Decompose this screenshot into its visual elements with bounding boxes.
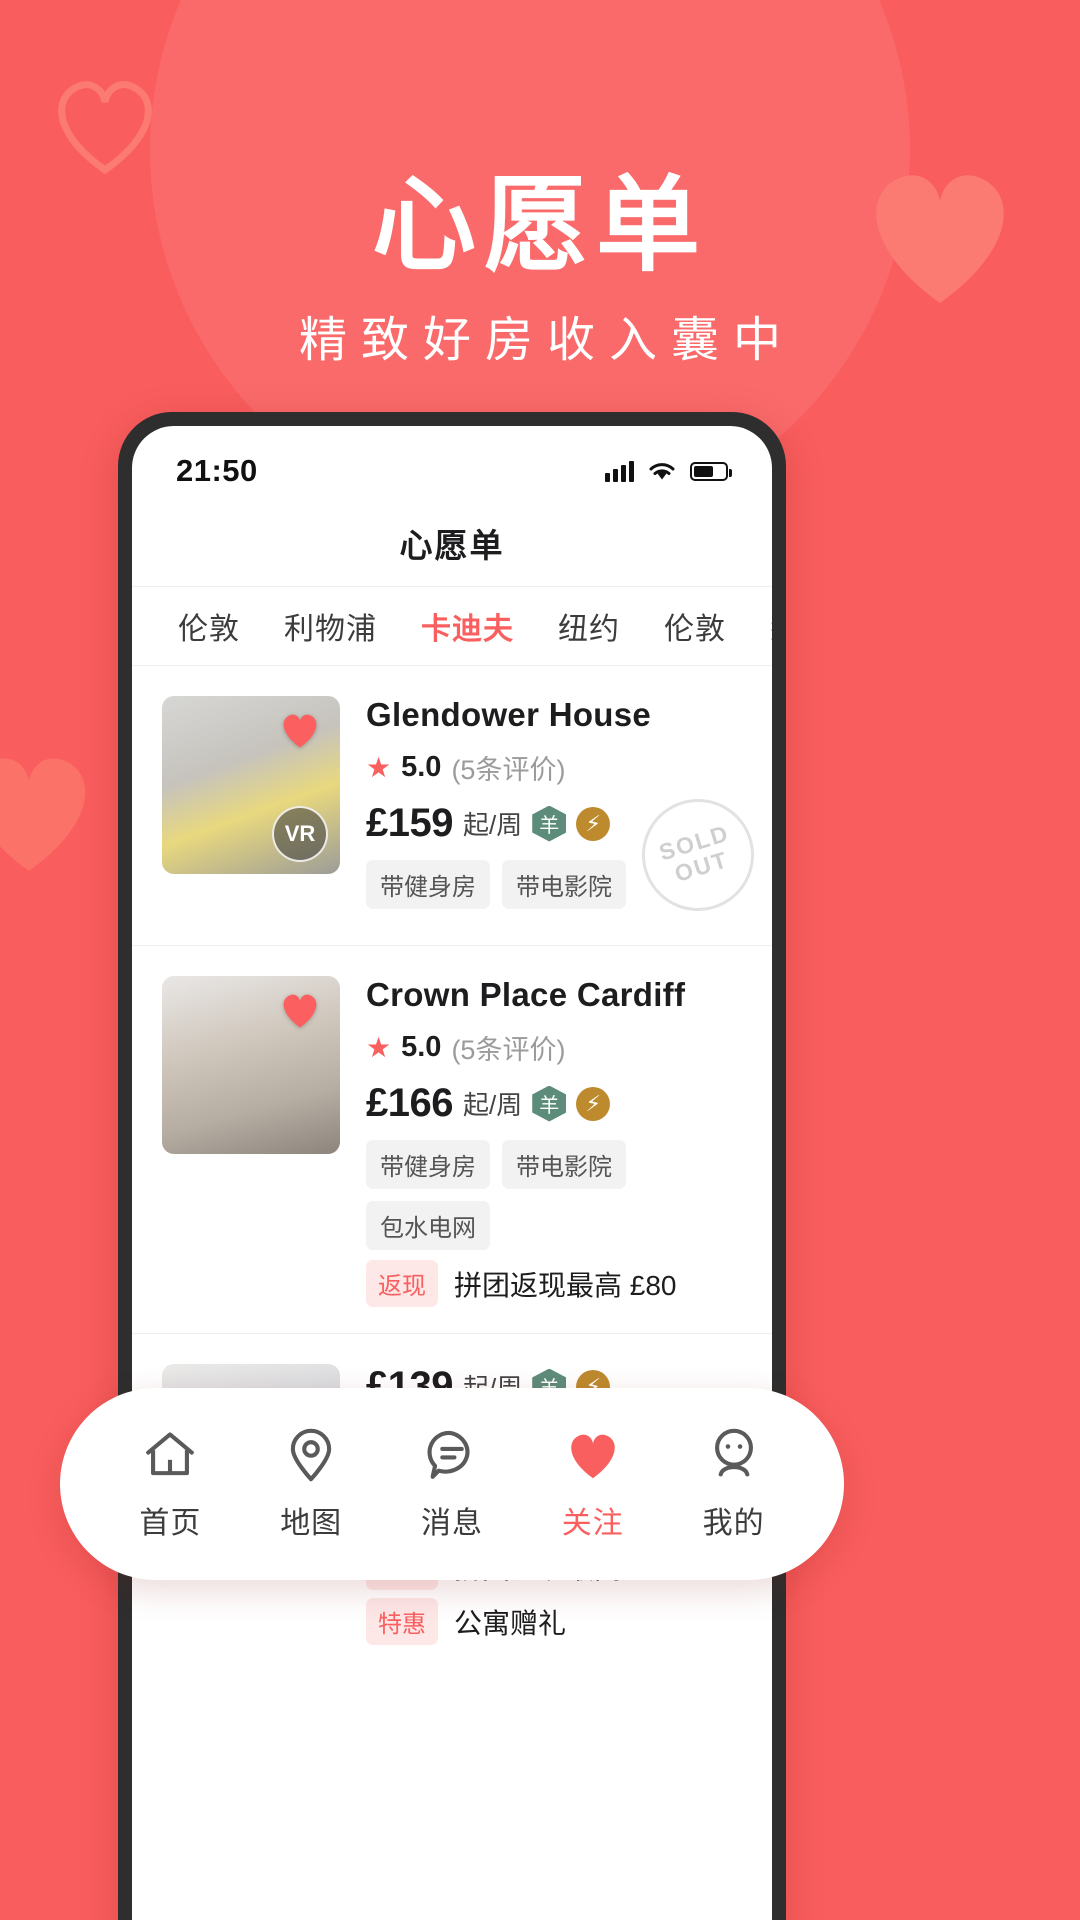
heart-icon bbox=[564, 1426, 622, 1484]
listing-tag: 带电影院 bbox=[502, 1140, 626, 1189]
status-bar-indicators bbox=[605, 460, 732, 482]
promo-text: 拼团返现最高 £80 bbox=[454, 1269, 677, 1301]
listing-tag: 带电影院 bbox=[502, 860, 626, 909]
tab-label: 地图 bbox=[280, 1507, 343, 1540]
city-tab-0[interactable]: 伦敦 bbox=[156, 604, 262, 648]
tab-label: 消息 bbox=[420, 1507, 483, 1540]
listing-price: £159 bbox=[366, 801, 453, 845]
tab-label: 关注 bbox=[561, 1507, 624, 1540]
listing-tags: 带健身房 带电影院 包水电网 bbox=[366, 1140, 742, 1250]
listing-thumbnail[interactable]: VR bbox=[162, 696, 340, 874]
listing-promo-row: 返现 拼团返现最高 £80 bbox=[366, 1260, 742, 1307]
promo-chip: 返现 bbox=[366, 1260, 438, 1307]
promo-chip: 特惠 bbox=[366, 1598, 438, 1645]
listing-card[interactable]: Crown Place Cardiff ★ 5.0 (5条评价) £166 起/… bbox=[132, 945, 772, 1333]
listing-info: Crown Place Cardiff ★ 5.0 (5条评价) £166 起/… bbox=[340, 976, 742, 1307]
promo-text: 公寓赠礼 bbox=[454, 1607, 567, 1639]
signal-bars-icon bbox=[605, 460, 634, 482]
star-icon: ★ bbox=[366, 751, 392, 783]
listing-price-unit: 起/周 bbox=[462, 810, 523, 840]
listing-rating: ★ 5.0 (5条评价) bbox=[366, 1028, 742, 1067]
city-tab-2[interactable]: 卡迪夫 bbox=[399, 604, 536, 648]
bottom-tab-bar[interactable]: 首页 地图 消息 关注 我的 bbox=[60, 1388, 844, 1580]
instant-book-badge-icon: ⚡ bbox=[576, 806, 611, 841]
vr-badge[interactable]: VR bbox=[272, 806, 328, 862]
profile-icon bbox=[705, 1426, 763, 1484]
tab-label: 我的 bbox=[702, 1507, 765, 1540]
message-icon bbox=[423, 1426, 481, 1484]
rating-review-count: (5条评价) bbox=[451, 1035, 566, 1065]
listing-thumbnail[interactable] bbox=[162, 976, 340, 1154]
status-bar-time: 21:50 bbox=[176, 453, 258, 488]
status-bar: 21:50 bbox=[132, 426, 772, 500]
tab-首页[interactable]: 首页 bbox=[110, 1426, 230, 1542]
listing-name: Glendower House bbox=[366, 696, 652, 733]
tab-消息[interactable]: 消息 bbox=[392, 1426, 512, 1542]
city-tab-strip[interactable]: 伦敦利物浦卡迪夫纽约伦敦悉尼新加坡 bbox=[132, 586, 772, 666]
listing-tag: 包水电网 bbox=[366, 1201, 490, 1250]
listing-price-unit: 起/周 bbox=[462, 1090, 523, 1120]
heart-solid-left-decoration-icon bbox=[0, 758, 86, 871]
tab-label: 首页 bbox=[139, 1507, 202, 1540]
rating-score: 5.0 bbox=[401, 751, 442, 783]
listing-price-row: £166 起/周 羊 ⚡ bbox=[366, 1081, 742, 1126]
listing-rating: ★ 5.0 (5条评价) bbox=[366, 748, 742, 787]
listing-name: Crown Place Cardiff bbox=[366, 976, 686, 1013]
listing-tag: 带健身房 bbox=[366, 860, 490, 909]
rating-review-count: (5条评价) bbox=[451, 755, 566, 785]
favorite-heart-icon[interactable] bbox=[278, 710, 322, 750]
promo-subtitle: 精致好房收入囊中 bbox=[298, 314, 795, 367]
discount-badge-icon: 羊 bbox=[532, 1085, 567, 1122]
city-tab-1[interactable]: 利物浦 bbox=[262, 604, 399, 648]
listing-card[interactable]: VR Glendower House ★ 5.0 (5条评价) £159 起/周… bbox=[132, 666, 772, 945]
favorite-heart-icon[interactable] bbox=[278, 990, 322, 1030]
page-title: 心愿单 bbox=[399, 527, 505, 564]
home-icon bbox=[141, 1426, 199, 1484]
city-tab-5[interactable]: 悉尼 bbox=[748, 604, 772, 648]
app-navbar: 心愿单 bbox=[132, 500, 772, 586]
star-icon: ★ bbox=[366, 1031, 392, 1063]
map-pin-icon bbox=[282, 1426, 340, 1484]
phone-screen: 21:50 心愿单 伦敦利物浦卡迪夫纽约伦敦悉尼新加坡 VR Glen bbox=[132, 426, 772, 1920]
instant-book-badge-icon: ⚡ bbox=[576, 1086, 611, 1121]
listing-price: £166 bbox=[366, 1081, 453, 1125]
listing-promo-row: 特惠 公寓赠礼 bbox=[366, 1598, 742, 1645]
city-tab-4[interactable]: 伦敦 bbox=[642, 604, 748, 648]
wifi-icon bbox=[649, 463, 675, 480]
discount-badge-icon: 羊 bbox=[532, 805, 567, 842]
tab-地图[interactable]: 地图 bbox=[251, 1426, 371, 1542]
phone-mockup: 21:50 心愿单 伦敦利物浦卡迪夫纽约伦敦悉尼新加坡 VR Glen bbox=[60, 412, 844, 1920]
tab-关注[interactable]: 关注 bbox=[533, 1426, 653, 1542]
city-tab-3[interactable]: 纽约 bbox=[536, 604, 642, 648]
heart-outline-decoration-icon bbox=[58, 81, 152, 175]
rating-score: 5.0 bbox=[401, 1031, 442, 1063]
promo-title: 心愿单 bbox=[371, 168, 708, 284]
listing-tag: 带健身房 bbox=[366, 1140, 490, 1189]
tab-我的[interactable]: 我的 bbox=[674, 1426, 794, 1542]
battery-icon bbox=[690, 461, 732, 481]
